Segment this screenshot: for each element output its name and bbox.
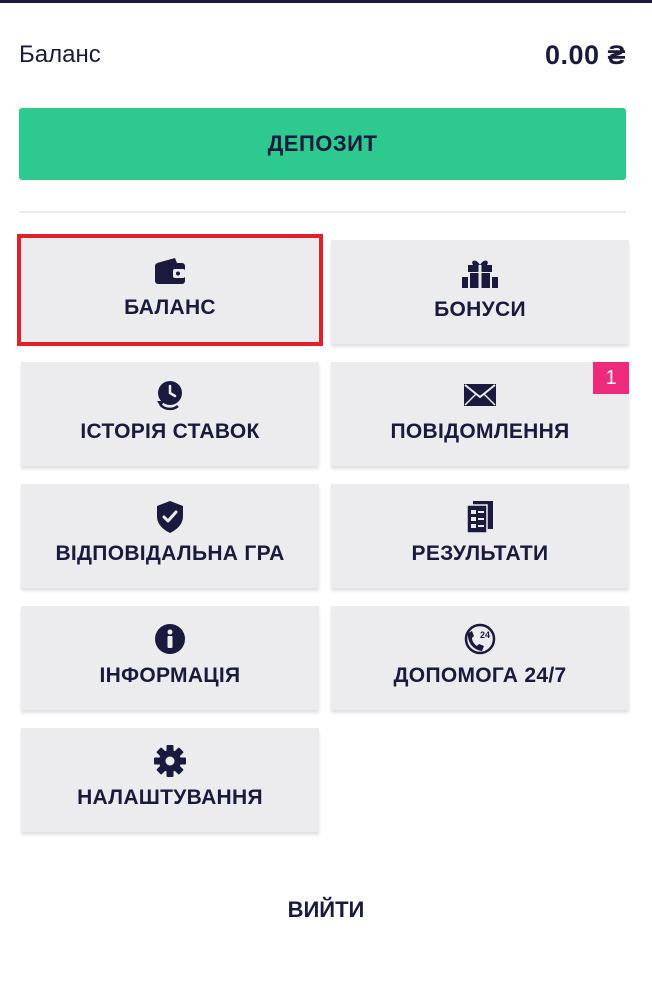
notification-badge: 1 [593, 362, 629, 394]
menu-label-responsible-gaming: ВІДПОВІДАЛЬНА ГРА [55, 542, 285, 565]
menu-tile-results[interactable]: РЕЗУЛЬТАТИ [331, 484, 629, 588]
info-icon [21, 620, 319, 658]
menu-tile-balance[interactable]: БАЛАНС [17, 234, 323, 346]
gift-icon [331, 254, 629, 292]
envelope-icon [331, 376, 629, 414]
deposit-button[interactable]: ДЕПОЗИТ [19, 108, 626, 180]
divider [19, 211, 626, 213]
menu-tile-settings[interactable]: НАЛАШТУВАННЯ [21, 728, 319, 832]
balance-amount: 0.00 ₴ [544, 39, 626, 70]
menu-label-messages: ПОВІДОМЛЕННЯ [390, 420, 570, 443]
shield-check-icon [21, 498, 319, 536]
menu-tile-bet-history[interactable]: ІСТОРІЯ СТАВОК [21, 362, 319, 466]
menu-tile-information[interactable]: ІНФОРМАЦІЯ [21, 606, 319, 710]
menu-label-support: ДОПОМОГА 24/7 [393, 664, 567, 687]
clock-history-icon [21, 376, 319, 414]
svg-text:24: 24 [480, 630, 490, 640]
top-border [0, 0, 652, 3]
gear-icon [21, 742, 319, 780]
menu-tile-bonuses[interactable]: БОНУСИ [331, 240, 629, 344]
menu-label-information: ІНФОРМАЦІЯ [99, 664, 241, 687]
menu-label-bet-history: ІСТОРІЯ СТАВОК [80, 420, 260, 443]
logout-button[interactable]: ВИЙТИ [0, 896, 652, 924]
menu-tile-messages[interactable]: ПОВІДОМЛЕННЯ 1 [331, 362, 629, 466]
menu-tile-responsible-gaming[interactable]: ВІДПОВІДАЛЬНА ГРА [21, 484, 319, 588]
menu-label-bonuses: БОНУСИ [434, 298, 526, 321]
menu-tile-support[interactable]: 24 ДОПОМОГА 24/7 [331, 606, 629, 710]
phone-24-icon: 24 [331, 620, 629, 658]
menu-label-results: РЕЗУЛЬТАТИ [411, 542, 549, 565]
balance-header: Баланс 0.00 ₴ [19, 38, 626, 72]
menu-label-balance: БАЛАНС [124, 296, 216, 319]
balance-label: Баланс [19, 41, 101, 68]
wallet-icon [21, 252, 319, 290]
menu-label-settings: НАЛАШТУВАННЯ [77, 786, 263, 809]
document-list-icon [331, 498, 629, 536]
